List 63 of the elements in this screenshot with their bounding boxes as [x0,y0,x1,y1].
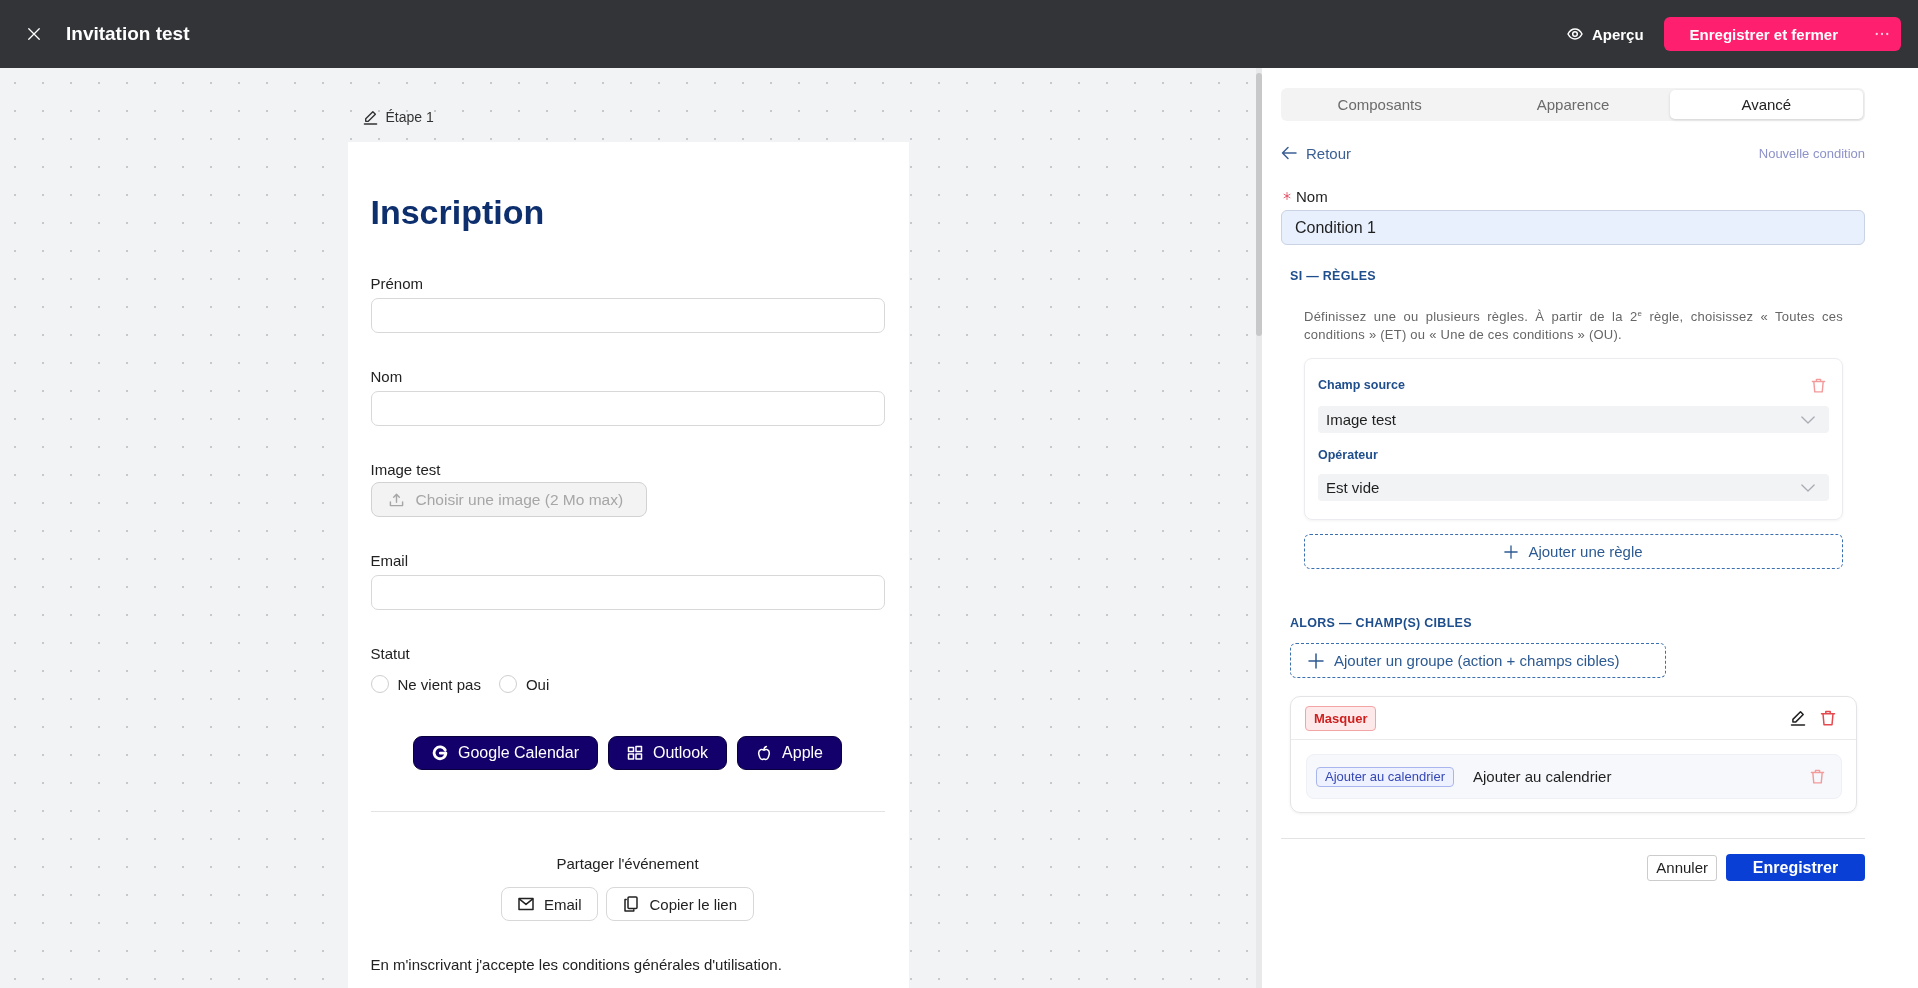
field-label: Nom [370,367,404,387]
trash-icon[interactable] [1811,377,1826,393]
rules-description: Définissez une ou plusieurs règles. À partir de la 2$^{e}$ règle, choisissez « Toutes ces conditions » (ET) ou « Une de ces conditions » (OU). [1304,308,1843,344]
terms-text: En m'inscrivant j'accepte les conditions générales d'utilisation. [370,955,783,975]
calendar-button[interactable]: Outlook [607,736,728,770]
share-button[interactable]: Email [500,887,599,921]
save-close-button[interactable]: Enregistrer et fermer [1663,17,1862,51]
pencil-icon[interactable] [362,109,378,125]
pencil-icon[interactable] [1790,710,1806,726]
field-tag: Ajouter au calendrier [1316,766,1454,787]
apple-icon [756,745,773,761]
field-label: Email [370,551,409,571]
calendar-button[interactable]: Google Calendar [413,736,598,770]
field-label: Nom [1296,187,1328,205]
field-label: Opérateur [1318,448,1379,462]
input-field[interactable] [370,575,885,610]
calendar-button[interactable]: Apple [737,736,842,770]
g-icon [432,745,448,761]
field-label: Statut [370,644,411,664]
step-label: Étape 1 [385,109,434,125]
input-field[interactable] [370,298,885,333]
share-button[interactable]: Copier le lien [606,887,755,921]
target-name: Ajouter au calendrier [1472,768,1612,785]
add-group-button[interactable]: Ajouter un groupe (action + champs cibles) [1290,643,1666,678]
option-label: Ne vient pas [397,675,481,693]
trash-icon[interactable] [1810,769,1825,784]
radio-button[interactable] [498,675,517,693]
field-label: Prénom [370,274,425,294]
field-label: Champ source [1318,378,1405,392]
more-button[interactable] [1862,17,1901,51]
tab[interactable]: Apparence [1476,90,1670,119]
preview-button[interactable]: Aperçu [1566,25,1644,43]
form-title: Inscription [370,192,546,232]
radio-button[interactable] [370,675,389,693]
page-title: Invitation test [66,23,190,45]
source-select[interactable]: Image test [1318,406,1829,433]
plus-icon [1504,544,1519,559]
section-title: SI — RÈGLES [1290,269,1377,283]
copy-icon [623,896,640,912]
trash-icon[interactable] [1820,710,1836,726]
share-title: Partager l'événement [555,854,700,874]
plus-icon [1308,652,1324,669]
save-button[interactable]: Enregistrer [1726,854,1865,881]
upload-icon [388,492,404,507]
close-icon[interactable] [27,27,41,41]
eye-icon [1566,26,1583,42]
cancel-button[interactable]: Annuler [1647,854,1717,881]
action-badge: Masquer [1305,705,1377,731]
input-field[interactable] [370,391,885,426]
back-button[interactable]: Retour [1281,144,1352,162]
envelope-icon [517,896,534,912]
section-title: ALORS — CHAMP(S) CIBLES [1290,616,1473,630]
tab[interactable]: Composants [1283,90,1477,119]
operator-select[interactable]: Est vide [1318,474,1829,501]
add-rule-button[interactable]: Ajouter une règle [1304,534,1843,569]
scrollbar-thumb[interactable] [1256,73,1262,336]
name-input[interactable]: Condition 1 [1281,210,1865,245]
tab[interactable]: Avancé [1669,90,1863,119]
field-label: Image test [370,460,442,480]
grid-icon [626,745,643,761]
arrow-left-icon [1281,145,1297,161]
condition-subtitle: Nouvelle condition [1758,145,1865,161]
option-label: Oui [525,675,550,693]
